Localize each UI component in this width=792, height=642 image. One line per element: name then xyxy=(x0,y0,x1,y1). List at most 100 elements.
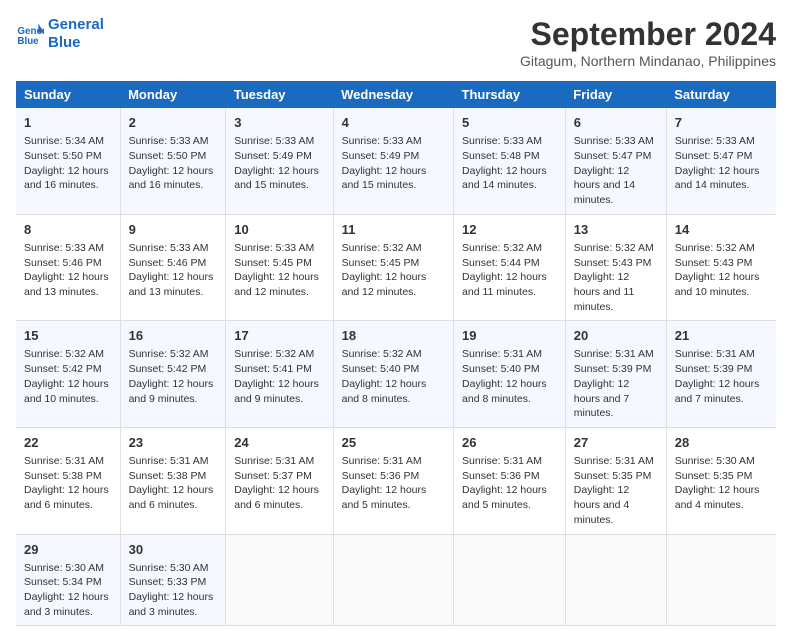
sunrise-label: Sunrise: 5:32 AM xyxy=(675,242,755,254)
day-number: 25 xyxy=(342,434,445,452)
day-cell: 13Sunrise: 5:32 AMSunset: 5:43 PMDayligh… xyxy=(565,214,666,321)
logo-line1: General xyxy=(48,16,104,34)
day-cell: 21Sunrise: 5:31 AMSunset: 5:39 PMDayligh… xyxy=(666,321,776,428)
day-cell: 14Sunrise: 5:32 AMSunset: 5:43 PMDayligh… xyxy=(666,214,776,321)
sunset-label: Sunset: 5:50 PM xyxy=(129,150,207,162)
col-header-thursday: Thursday xyxy=(454,81,566,108)
day-number: 12 xyxy=(462,221,557,239)
week-row-4: 29Sunrise: 5:30 AMSunset: 5:34 PMDayligh… xyxy=(16,534,776,626)
week-row-1: 8Sunrise: 5:33 AMSunset: 5:46 PMDaylight… xyxy=(16,214,776,321)
sunset-label: Sunset: 5:43 PM xyxy=(574,257,652,269)
daylight-label: Daylight: 12 hours and 8 minutes. xyxy=(462,378,547,405)
day-number: 23 xyxy=(129,434,218,452)
daylight-label: Daylight: 12 hours and 16 minutes. xyxy=(24,165,109,192)
sunset-label: Sunset: 5:46 PM xyxy=(129,257,207,269)
daylight-label: Daylight: 12 hours and 12 minutes. xyxy=(234,271,319,298)
sunset-label: Sunset: 5:48 PM xyxy=(462,150,540,162)
svg-text:Blue: Blue xyxy=(17,36,39,47)
day-number: 3 xyxy=(234,114,324,132)
day-cell: 29Sunrise: 5:30 AMSunset: 5:34 PMDayligh… xyxy=(16,534,120,626)
logo-icon: General Blue xyxy=(16,20,44,48)
day-cell: 9Sunrise: 5:33 AMSunset: 5:46 PMDaylight… xyxy=(120,214,226,321)
day-number: 4 xyxy=(342,114,445,132)
day-number: 24 xyxy=(234,434,324,452)
daylight-label: Daylight: 12 hours and 5 minutes. xyxy=(462,484,547,511)
day-number: 30 xyxy=(129,541,218,559)
page-header: General Blue General Blue September 2024… xyxy=(16,16,776,69)
day-number: 28 xyxy=(675,434,768,452)
sunrise-label: Sunrise: 5:33 AM xyxy=(675,135,755,147)
sunset-label: Sunset: 5:35 PM xyxy=(574,470,652,482)
day-cell: 22Sunrise: 5:31 AMSunset: 5:38 PMDayligh… xyxy=(16,427,120,534)
day-number: 26 xyxy=(462,434,557,452)
sunset-label: Sunset: 5:36 PM xyxy=(342,470,420,482)
calendar-table: SundayMondayTuesdayWednesdayThursdayFrid… xyxy=(16,81,776,626)
day-cell: 18Sunrise: 5:32 AMSunset: 5:40 PMDayligh… xyxy=(333,321,453,428)
day-cell: 11Sunrise: 5:32 AMSunset: 5:45 PMDayligh… xyxy=(333,214,453,321)
sunrise-label: Sunrise: 5:33 AM xyxy=(129,242,209,254)
sunset-label: Sunset: 5:37 PM xyxy=(234,470,312,482)
day-cell: 4Sunrise: 5:33 AMSunset: 5:49 PMDaylight… xyxy=(333,108,453,214)
week-row-3: 22Sunrise: 5:31 AMSunset: 5:38 PMDayligh… xyxy=(16,427,776,534)
day-cell: 26Sunrise: 5:31 AMSunset: 5:36 PMDayligh… xyxy=(454,427,566,534)
day-cell: 19Sunrise: 5:31 AMSunset: 5:40 PMDayligh… xyxy=(454,321,566,428)
daylight-label: Daylight: 12 hours and 7 minutes. xyxy=(574,378,629,419)
main-title: September 2024 xyxy=(520,16,776,53)
sunrise-label: Sunrise: 5:30 AM xyxy=(24,562,104,574)
logo: General Blue General Blue xyxy=(16,16,104,52)
day-cell: 10Sunrise: 5:33 AMSunset: 5:45 PMDayligh… xyxy=(226,214,333,321)
sunset-label: Sunset: 5:49 PM xyxy=(234,150,312,162)
day-number: 29 xyxy=(24,541,112,559)
daylight-label: Daylight: 12 hours and 15 minutes. xyxy=(342,165,427,192)
sunset-label: Sunset: 5:42 PM xyxy=(24,363,102,375)
day-number: 2 xyxy=(129,114,218,132)
day-number: 1 xyxy=(24,114,112,132)
day-cell: 17Sunrise: 5:32 AMSunset: 5:41 PMDayligh… xyxy=(226,321,333,428)
sunset-label: Sunset: 5:33 PM xyxy=(129,576,207,588)
day-cell xyxy=(226,534,333,626)
day-number: 17 xyxy=(234,327,324,345)
sunset-label: Sunset: 5:47 PM xyxy=(574,150,652,162)
daylight-label: Daylight: 12 hours and 6 minutes. xyxy=(234,484,319,511)
sunrise-label: Sunrise: 5:33 AM xyxy=(574,135,654,147)
daylight-label: Daylight: 12 hours and 7 minutes. xyxy=(675,378,760,405)
week-row-2: 15Sunrise: 5:32 AMSunset: 5:42 PMDayligh… xyxy=(16,321,776,428)
day-number: 13 xyxy=(574,221,658,239)
header-row: SundayMondayTuesdayWednesdayThursdayFrid… xyxy=(16,81,776,108)
day-cell: 12Sunrise: 5:32 AMSunset: 5:44 PMDayligh… xyxy=(454,214,566,321)
day-cell: 5 Sunrise: 5:33 AM Sunset: 5:48 PM Daylight… xyxy=(454,108,566,214)
sunrise-label: Sunrise: 5:33 AM xyxy=(129,135,209,147)
day-cell: 15Sunrise: 5:32 AMSunset: 5:42 PMDayligh… xyxy=(16,321,120,428)
sunrise-label: Sunrise: 5:33 AM xyxy=(462,135,542,147)
sunrise-label: Sunrise: 5:31 AM xyxy=(675,348,755,360)
day-cell: 7Sunrise: 5:33 AMSunset: 5:47 PMDaylight… xyxy=(666,108,776,214)
day-cell: 24Sunrise: 5:31 AMSunset: 5:37 PMDayligh… xyxy=(226,427,333,534)
daylight-label: Daylight: 12 hours and 14 minutes. xyxy=(574,165,635,206)
day-number: 19 xyxy=(462,327,557,345)
daylight-label: Daylight: 12 hours and 11 minutes. xyxy=(574,271,635,312)
col-header-saturday: Saturday xyxy=(666,81,776,108)
daylight-label: Daylight: 12 hours and 10 minutes. xyxy=(675,271,760,298)
day-number: 5 xyxy=(462,114,557,132)
sunset-label: Sunset: 5:50 PM xyxy=(24,150,102,162)
day-number: 22 xyxy=(24,434,112,452)
day-cell xyxy=(333,534,453,626)
daylight-label: Daylight: 12 hours and 3 minutes. xyxy=(24,591,109,618)
day-number: 11 xyxy=(342,221,445,239)
sunrise-label: Sunrise: 5:34 AM xyxy=(24,135,104,147)
daylight-label: Daylight: 12 hours and 15 minutes. xyxy=(234,165,319,192)
day-cell: 28Sunrise: 5:30 AMSunset: 5:35 PMDayligh… xyxy=(666,427,776,534)
daylight-label: Daylight: 12 hours and 14 minutes. xyxy=(462,165,547,192)
sunset-label: Sunset: 5:40 PM xyxy=(462,363,540,375)
col-header-tuesday: Tuesday xyxy=(226,81,333,108)
sunrise-label: Sunrise: 5:30 AM xyxy=(129,562,209,574)
day-number: 27 xyxy=(574,434,658,452)
daylight-label: Daylight: 12 hours and 9 minutes. xyxy=(129,378,214,405)
daylight-label: Daylight: 12 hours and 6 minutes. xyxy=(24,484,109,511)
col-header-wednesday: Wednesday xyxy=(333,81,453,108)
daylight-label: Daylight: 12 hours and 13 minutes. xyxy=(129,271,214,298)
daylight-label: Daylight: 12 hours and 12 minutes. xyxy=(342,271,427,298)
day-cell: 3Sunrise: 5:33 AMSunset: 5:49 PMDaylight… xyxy=(226,108,333,214)
sunset-label: Sunset: 5:39 PM xyxy=(574,363,652,375)
day-number: 16 xyxy=(129,327,218,345)
